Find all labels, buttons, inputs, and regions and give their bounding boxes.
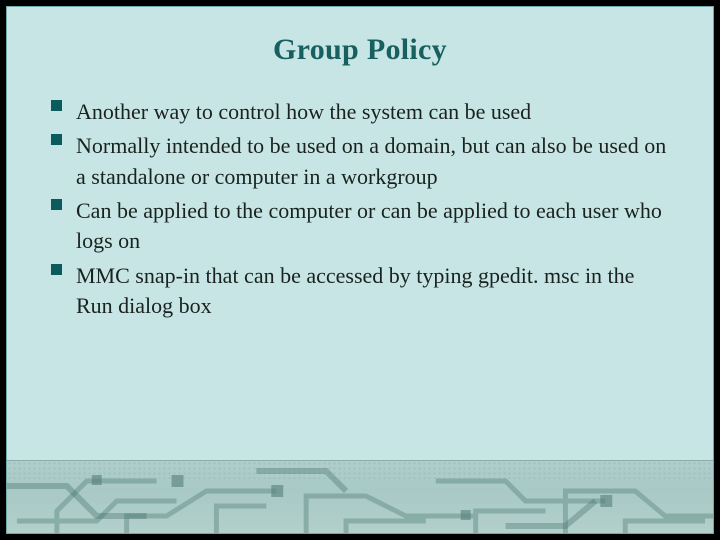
bullet-text: Can be applied to the computer or can be… [76,196,675,257]
list-item: Another way to control how the system ca… [51,97,675,127]
list-item: Normally intended to be used on a domain… [51,131,675,192]
bullet-text: MMC snap-in that can be accessed by typi… [76,261,675,322]
square-bullet-icon [51,264,62,275]
square-bullet-icon [51,100,62,111]
bullet-list: Another way to control how the system ca… [51,97,675,322]
list-item: MMC snap-in that can be accessed by typi… [51,261,675,322]
slide-title: Group Policy [7,33,713,67]
circuit-lines-icon [7,461,713,533]
slide-canvas: Group Policy Another way to control how … [6,6,714,534]
decorative-footer [7,460,713,533]
list-item: Can be applied to the computer or can be… [51,196,675,257]
square-bullet-icon [51,134,62,145]
bullet-text: Another way to control how the system ca… [76,97,675,127]
slide-outer-frame: Group Policy Another way to control how … [0,0,720,540]
bullet-text: Normally intended to be used on a domain… [76,131,675,192]
square-bullet-icon [51,199,62,210]
